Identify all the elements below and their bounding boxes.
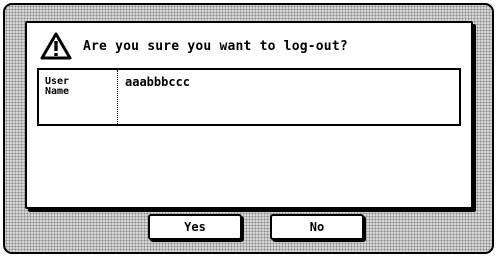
user-info-box: User Name aaabbbccc	[37, 68, 461, 126]
confirm-message: Are you sure you want to log-out?	[83, 39, 348, 54]
user-name-value: aaabbbccc	[125, 75, 191, 89]
user-name-label-cell: User Name	[39, 70, 118, 124]
logout-panel: Are you sure you want to log-out? User N…	[3, 3, 494, 254]
yes-button[interactable]: Yes	[148, 214, 242, 240]
warning-icon	[40, 32, 72, 60]
logout-confirm-dialog: Are you sure you want to log-out? User N…	[25, 21, 473, 209]
no-button[interactable]: No	[270, 214, 364, 240]
user-name-label: User Name	[45, 76, 70, 97]
